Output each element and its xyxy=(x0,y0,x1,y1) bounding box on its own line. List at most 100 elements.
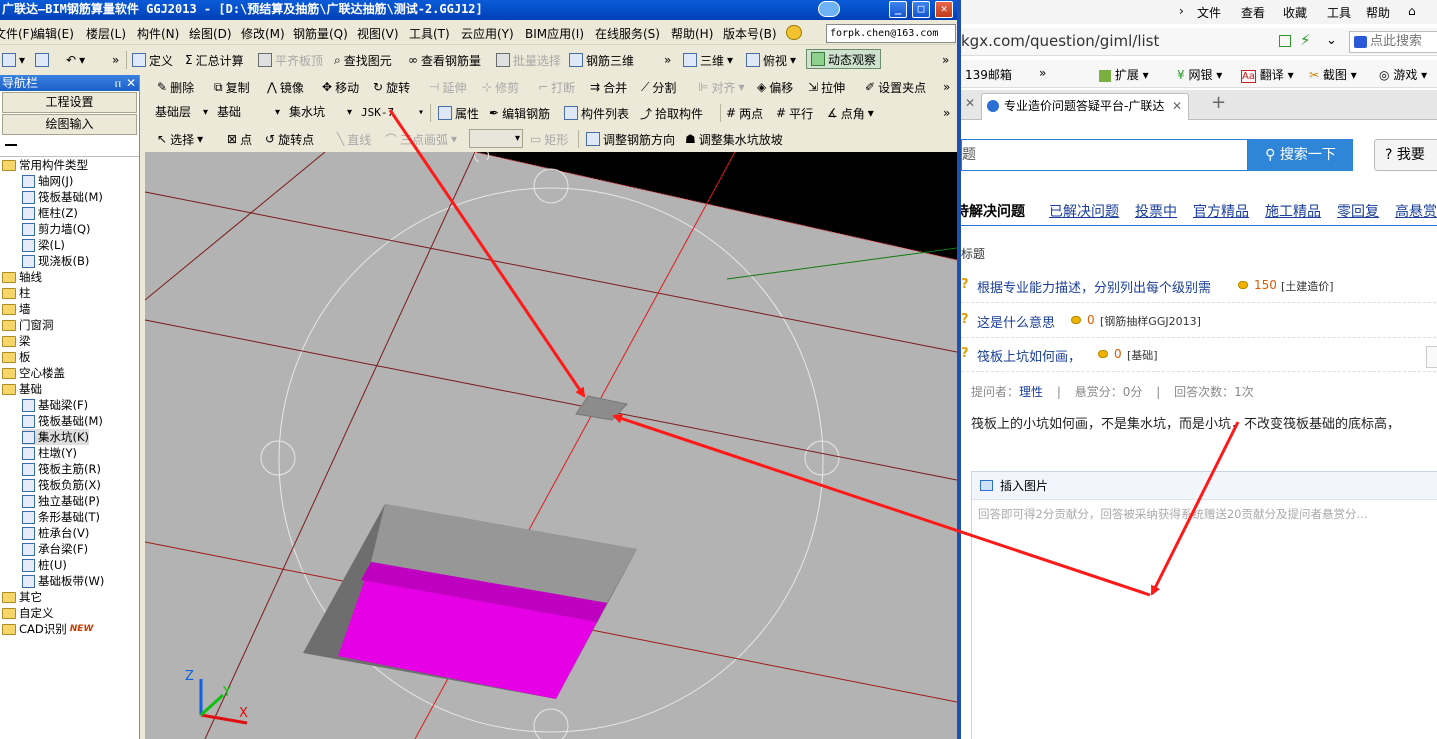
menu-version[interactable]: 版本号(B) xyxy=(723,25,777,42)
menu-tools[interactable]: 工具(T) xyxy=(409,25,450,42)
menu-draw[interactable]: 绘图(D) xyxy=(189,25,232,42)
line-draw-button[interactable]: ╲ 直线 xyxy=(337,129,371,149)
fav-139-mail[interactable]: 139邮箱 xyxy=(965,66,1012,83)
batch-select-button[interactable]: 批量选择 xyxy=(496,50,561,70)
find-element-button[interactable]: ⌕ 查找图元 xyxy=(334,50,392,70)
break-button[interactable]: ⌐ 打断 xyxy=(538,77,575,97)
rotate-point-button[interactable]: ↺ 旋转点 xyxy=(265,129,314,149)
browser-menu-view[interactable]: 查看 xyxy=(1241,4,1265,21)
project-settings-button[interactable]: 工程设置 xyxy=(2,92,137,113)
insert-image-button[interactable]: 插入图片 xyxy=(1000,479,1048,493)
tree-item[interactable]: 条形基础(T) xyxy=(22,509,100,525)
scene-canvas[interactable]: Z Y X xyxy=(145,152,957,739)
menu-element[interactable]: 构件(N) xyxy=(137,25,179,42)
search-button[interactable]: ⚲ 搜索一下 xyxy=(1248,139,1353,171)
browser-menu-chevron-icon[interactable]: › xyxy=(1179,4,1184,18)
pick-element-button[interactable]: ⤴ 拾取构件 xyxy=(640,103,703,123)
top-view-dropdown[interactable]: 俯视 ▾ xyxy=(746,50,796,70)
layer-select[interactable]: 基础层 xyxy=(151,103,211,122)
browser-tab-active[interactable]: 专业造价问题答疑平台-广联达 ✕ xyxy=(981,93,1189,120)
asker-name[interactable]: 理性 xyxy=(1019,385,1043,399)
tab-close-icon[interactable]: ✕ xyxy=(1172,94,1182,119)
rotate-button[interactable]: ↻ 旋转 xyxy=(373,77,410,97)
maximize-button[interactable]: □ xyxy=(912,1,930,18)
tab-zero-replies[interactable]: 零回复 xyxy=(1337,201,1379,221)
tree-folder[interactable]: 柱 xyxy=(2,285,31,301)
tree-folder[interactable]: 空心楼盖 xyxy=(2,365,65,381)
parallel-axis-button[interactable]: # 平行 xyxy=(776,103,813,123)
tree-folder[interactable]: 轴线 xyxy=(2,269,42,285)
tree-item[interactable]: 筏板基础(M) xyxy=(22,189,103,205)
tab-high-reward[interactable]: 高悬赏 xyxy=(1395,201,1437,221)
menu-edit[interactable]: 编辑(E) xyxy=(33,25,74,42)
ask-question-button[interactable]: ? 我要 xyxy=(1374,139,1437,171)
offset-button[interactable]: ◈ 偏移 xyxy=(757,77,793,97)
select-button[interactable]: ↖ 选择 ▾ xyxy=(157,129,203,149)
arc-option-select[interactable] xyxy=(469,129,523,148)
tree-item[interactable]: 基础板带(W) xyxy=(22,573,104,589)
orbit-handle-left[interactable] xyxy=(260,440,296,476)
tree-item[interactable]: 现浇板(B) xyxy=(22,253,89,269)
fav-games[interactable]: ◎ 游戏 ▾ xyxy=(1379,66,1427,83)
element-type-select[interactable]: 集水坑 xyxy=(285,103,355,122)
tree-item[interactable]: 基础梁(F) xyxy=(22,397,88,413)
tree-item[interactable]: 筏板基础(M) xyxy=(22,413,103,429)
fav-translate[interactable]: Aa 翻译 ▾ xyxy=(1241,66,1294,83)
question-title[interactable]: 这是什么意思 xyxy=(977,312,1055,331)
mirror-button[interactable]: ⋀ 镜像 xyxy=(267,77,304,97)
tree-item[interactable]: 桩承台(V) xyxy=(22,525,89,541)
category-select[interactable]: 基础 xyxy=(213,103,283,122)
menu-floor[interactable]: 楼层(L) xyxy=(86,25,126,42)
tree-item[interactable]: 桩(U) xyxy=(22,557,67,573)
browser-menu-file[interactable]: 文件 xyxy=(1197,4,1221,21)
menu-modify[interactable]: 修改(M) xyxy=(241,25,285,42)
favbar-overflow-icon[interactable]: » xyxy=(1039,66,1046,80)
question-row[interactable]: ? 筏板上坑如何画， 0 [基础] xyxy=(961,340,1437,372)
tree-item[interactable]: 框柱(Z) xyxy=(22,205,78,221)
tree-folder[interactable]: 门窗洞 xyxy=(2,317,54,333)
tree-folder[interactable]: 基础 xyxy=(2,381,42,397)
orbit-handle-right[interactable] xyxy=(804,440,840,476)
tree-item[interactable]: 轴网(J) xyxy=(22,173,73,189)
save-button[interactable] xyxy=(35,50,49,70)
merge-button[interactable]: ⇉ 合并 xyxy=(590,77,627,97)
minimize-button[interactable]: _ xyxy=(889,1,907,18)
tree-item[interactable]: 独立基础(P) xyxy=(22,493,100,509)
question-category[interactable]: [钢筋抽样GGJ2013] xyxy=(1100,313,1201,329)
tree-folder[interactable]: 常用构件类型 xyxy=(2,157,88,173)
fav-screenshot[interactable]: ✂ 截图 ▾ xyxy=(1309,66,1357,83)
menu-cloud[interactable]: 云应用(Y) xyxy=(461,25,514,42)
browser-home-icon[interactable]: ⌂ xyxy=(1408,4,1416,18)
tree-folder[interactable]: 墙 xyxy=(2,301,31,317)
copy-button[interactable]: ⧉ 复制 xyxy=(214,77,250,97)
tab-official-picks[interactable]: 官方精品 xyxy=(1193,201,1249,221)
menu-online-service[interactable]: 在线服务(S) xyxy=(595,25,660,42)
question-search-input[interactable]: 题 xyxy=(961,139,1248,171)
element-name-select[interactable]: JSK-7 xyxy=(357,103,427,122)
tree-item[interactable]: 梁(L) xyxy=(22,237,65,253)
tab-construction-picks[interactable]: 施工精品 xyxy=(1265,201,1321,221)
question-title[interactable]: 根据专业能力描述，分别列出每个级别需 xyxy=(977,277,1211,296)
delete-button[interactable]: ✎ 删除 xyxy=(157,77,194,97)
menu-bim[interactable]: BIM应用(I) xyxy=(525,25,584,42)
move-button[interactable]: ✥ 移动 xyxy=(322,77,359,97)
question-row[interactable]: ? 根据专业能力描述，分别列出每个级别需 150 [土建造价] xyxy=(961,271,1437,303)
orbit-handle-top[interactable] xyxy=(533,168,569,204)
properties-button[interactable]: 属性 xyxy=(438,103,479,123)
tab-voting[interactable]: 投票中 xyxy=(1135,201,1177,221)
address-dropdown-icon[interactable]: ⌄ xyxy=(1326,33,1337,48)
rect-draw-button[interactable]: ▭ 矩形 xyxy=(530,129,568,149)
menu-help[interactable]: 帮助(H) xyxy=(671,25,713,42)
browser-menu-help[interactable]: 帮助 xyxy=(1366,4,1390,21)
rebar-3d-button[interactable]: 钢筋三维 xyxy=(569,50,634,70)
set-grip-point-button[interactable]: ✐ 设置夹点 xyxy=(865,77,926,97)
align-button[interactable]: ⊫ 对齐 ▾ xyxy=(698,77,745,97)
close-panel-icon[interactable]: ✕ xyxy=(126,75,136,91)
expand-button[interactable] xyxy=(1426,346,1437,368)
tab-solved[interactable]: 已解决问题 xyxy=(1049,201,1119,221)
open-file-button[interactable]: ▾ xyxy=(2,50,25,70)
sum-calc-button[interactable]: Σ 汇总计算 xyxy=(185,50,244,70)
view-3d-dropdown[interactable]: 三维 ▾ xyxy=(683,50,733,70)
tree-item[interactable]: 柱墩(Y) xyxy=(22,445,77,461)
fav-ebank[interactable]: ¥ 网银 ▾ xyxy=(1177,66,1222,83)
